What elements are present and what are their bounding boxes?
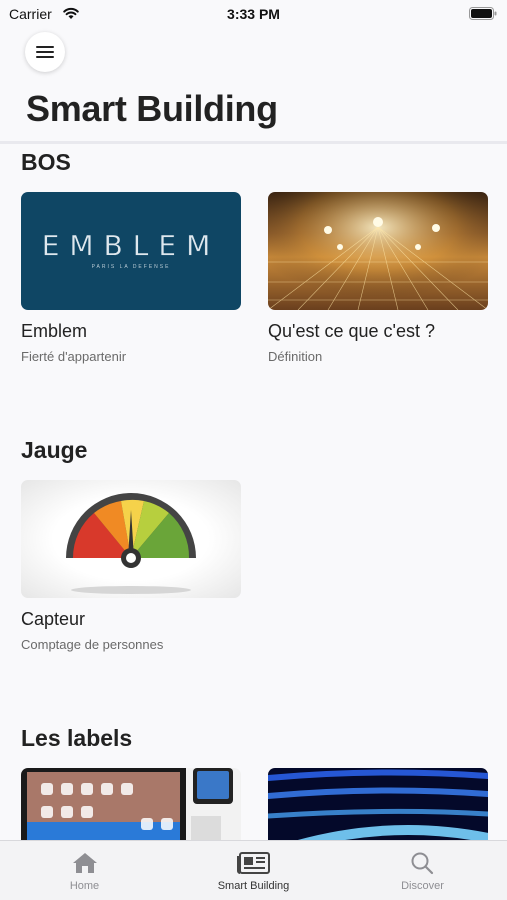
home-icon [72,853,97,873]
tab-label: Discover [401,880,444,892]
tab-home[interactable]: Home [0,841,169,900]
tab-discover[interactable]: Discover [338,841,507,900]
page-title: Smart Building [26,88,278,129]
card-labels-devices[interactable] [21,768,241,840]
tab-label: Home [69,880,100,892]
card-definition[interactable]: Qu'est ce que c'est ? Définition [268,192,488,364]
gauge-icon [66,493,196,594]
section-title-labels: Les labels [21,725,133,751]
card-subtitle: Fierté d'appartenir [21,349,127,364]
emblem-logo-text: EMBLEM [41,229,221,262]
card-title: Qu'est ce que c'est ? [268,321,435,341]
gauge-image [21,480,241,598]
devices-illustration [21,768,233,840]
card-title: Capteur [21,609,86,629]
tab-smart-building[interactable]: Smart Building [169,841,338,900]
status-bar: Carrier 3:33 PM [0,0,507,30]
card-labels-neon[interactable] [268,768,488,840]
building-lights-image [268,192,488,310]
content-scroll[interactable]: BOS EMBLEM PARIS LA DEFENSE Emblem Fiert… [0,144,507,840]
tab-label: Smart Building [217,880,290,892]
section-title-jauge: Jauge [21,437,88,463]
search-icon [411,852,433,875]
emblem-logo-subtext: PARIS LA DEFENSE [91,264,171,270]
card-subtitle: Comptage de personnes [21,637,164,652]
card-subtitle: Définition [268,349,323,364]
clock: 3:33 PM [227,6,280,22]
neon-image [268,768,488,840]
tab-bar: Home Smart Building Discover [0,840,507,900]
card-title: Emblem [21,321,88,341]
neon-illustration [268,769,488,840]
menu-button[interactable] [25,32,65,72]
hamburger-menu-icon [36,46,54,58]
section-title-bos: BOS [21,149,71,175]
battery-icon [469,7,497,20]
card-emblem[interactable]: EMBLEM PARIS LA DEFENSE Emblem Fierté d'… [21,192,241,364]
emblem-image: EMBLEM PARIS LA DEFENSE [21,192,241,310]
lights-illustration [268,192,488,310]
devices-image [21,768,241,840]
newspaper-icon [236,852,270,874]
card-capteur[interactable]: Capteur Comptage de personnes [21,480,241,652]
